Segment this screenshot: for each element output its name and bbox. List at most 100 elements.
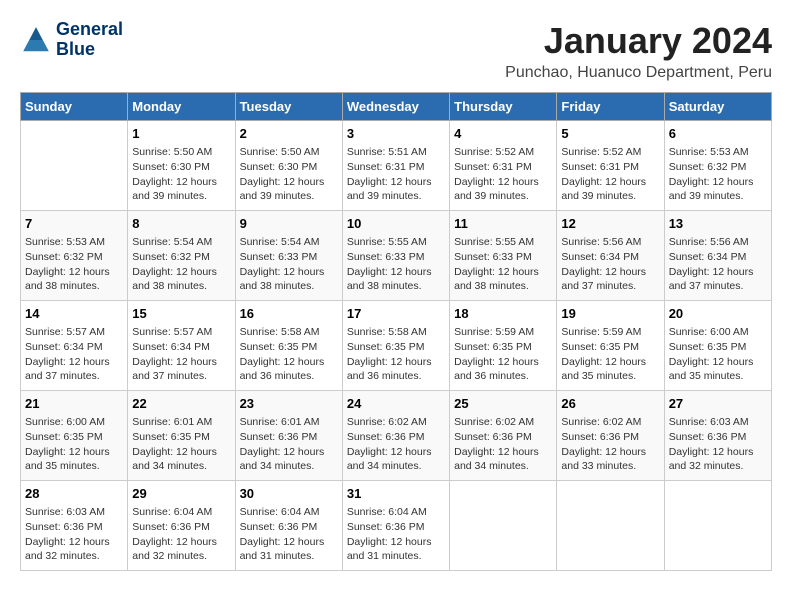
day-number: 20: [669, 305, 767, 323]
day-number: 22: [132, 395, 230, 413]
calendar-body: 1 Sunrise: 5:50 AM Sunset: 6:30 PM Daylig…: [21, 121, 772, 571]
day-info: Sunrise: 6:03 AM Sunset: 6:36 PM Dayligh…: [669, 415, 767, 474]
day-number: 31: [347, 485, 445, 503]
day-info: Sunrise: 5:58 AM Sunset: 6:35 PM Dayligh…: [240, 325, 338, 384]
calendar-cell: 13Sunrise: 5:56 AM Sunset: 6:34 PM Dayli…: [664, 211, 771, 301]
calendar-week-2: 7 Sunrise: 5:53 AM Sunset: 6:32 PM Daylig…: [21, 211, 772, 301]
calendar-cell: [21, 121, 128, 211]
calendar-week-5: 28Sunrise: 6:03 AM Sunset: 6:36 PM Dayli…: [21, 481, 772, 571]
day-number: 2: [240, 125, 338, 143]
day-number: 10: [347, 215, 445, 233]
day-info: Sunrise: 6:00 AM Sunset: 6:35 PM Dayligh…: [669, 325, 767, 384]
calendar-cell: 19 Sunrise: 5:59 AM Sunset: 6:35 PM Dayli…: [557, 301, 664, 391]
day-info: Sunrise: 5:57 AM Sunset: 6:34 PM Dayligh…: [132, 325, 230, 384]
calendar-cell: 29Sunrise: 6:04 AM Sunset: 6:36 PM Dayli…: [128, 481, 235, 571]
day-number: 30: [240, 485, 338, 503]
calendar-cell: 26 Sunrise: 6:02 AM Sunset: 6:36 PM Dayli…: [557, 391, 664, 481]
calendar-cell: 16 Sunrise: 5:58 AM Sunset: 6:35 PM Dayli…: [235, 301, 342, 391]
calendar-cell: 20 Sunrise: 6:00 AM Sunset: 6:35 PM Dayli…: [664, 301, 771, 391]
day-info: Sunrise: 5:53 AM Sunset: 6:32 PM Dayligh…: [669, 145, 767, 204]
calendar-cell: 15 Sunrise: 5:57 AM Sunset: 6:34 PM Dayli…: [128, 301, 235, 391]
day-info: Sunrise: 5:51 AM Sunset: 6:31 PM Dayligh…: [347, 145, 445, 204]
day-number: 23: [240, 395, 338, 413]
day-info: Sunrise: 5:52 AM Sunset: 6:31 PM Dayligh…: [561, 145, 659, 204]
day-number: 18: [454, 305, 552, 323]
calendar-cell: [664, 481, 771, 571]
calendar-cell: 25 Sunrise: 6:02 AM Sunset: 6:36 PM Dayli…: [450, 391, 557, 481]
calendar-cell: 3 Sunrise: 5:51 AM Sunset: 6:31 PM Daylig…: [342, 121, 449, 211]
day-info: Sunrise: 5:50 AM Sunset: 6:30 PM Dayligh…: [240, 145, 338, 204]
weekday-monday: Monday: [128, 93, 235, 121]
day-info: Sunrise: 5:54 AM Sunset: 6:32 PM Dayligh…: [132, 235, 230, 294]
day-info: Sunrise: 6:01 AM Sunset: 6:35 PM Dayligh…: [132, 415, 230, 474]
calendar-cell: 18 Sunrise: 5:59 AM Sunset: 6:35 PM Dayli…: [450, 301, 557, 391]
day-info: Sunrise: 5:53 AM Sunset: 6:32 PM Dayligh…: [25, 235, 123, 294]
calendar-cell: 31 Sunrise: 6:04 AM Sunset: 6:36 PM Dayli…: [342, 481, 449, 571]
calendar-cell: 17 Sunrise: 5:58 AM Sunset: 6:35 PM Dayli…: [342, 301, 449, 391]
day-info: Sunrise: 6:04 AM Sunset: 6:36 PM Dayligh…: [240, 505, 338, 564]
calendar-cell: [557, 481, 664, 571]
calendar-cell: 30 Sunrise: 6:04 AM Sunset: 6:36 PM Dayli…: [235, 481, 342, 571]
day-info: Sunrise: 6:04 AM Sunset: 6:36 PM Dayligh…: [347, 505, 445, 564]
day-number: 4: [454, 125, 552, 143]
weekday-friday: Friday: [557, 93, 664, 121]
day-number: 21: [25, 395, 123, 413]
day-info: Sunrise: 6:02 AM Sunset: 6:36 PM Dayligh…: [454, 415, 552, 474]
day-number: 25: [454, 395, 552, 413]
calendar-cell: 22 Sunrise: 6:01 AM Sunset: 6:35 PM Dayli…: [128, 391, 235, 481]
calendar-cell: 8 Sunrise: 5:54 AM Sunset: 6:32 PM Daylig…: [128, 211, 235, 301]
calendar-cell: 24 Sunrise: 6:02 AM Sunset: 6:36 PM Dayli…: [342, 391, 449, 481]
day-info: Sunrise: 5:50 AM Sunset: 6:30 PM Dayligh…: [132, 145, 230, 204]
day-info: Sunrise: 6:02 AM Sunset: 6:36 PM Dayligh…: [561, 415, 659, 474]
day-info: Sunrise: 5:55 AM Sunset: 6:33 PM Dayligh…: [454, 235, 552, 294]
day-number: 13: [669, 215, 767, 233]
calendar-cell: 7 Sunrise: 5:53 AM Sunset: 6:32 PM Daylig…: [21, 211, 128, 301]
day-number: 6: [669, 125, 767, 143]
day-number: 19: [561, 305, 659, 323]
calendar-cell: 28Sunrise: 6:03 AM Sunset: 6:36 PM Dayli…: [21, 481, 128, 571]
day-info: Sunrise: 6:02 AM Sunset: 6:36 PM Dayligh…: [347, 415, 445, 474]
day-info: Sunrise: 5:59 AM Sunset: 6:35 PM Dayligh…: [454, 325, 552, 384]
day-number: 3: [347, 125, 445, 143]
weekday-wednesday: Wednesday: [342, 93, 449, 121]
calendar-cell: 27 Sunrise: 6:03 AM Sunset: 6:36 PM Dayli…: [664, 391, 771, 481]
weekday-sunday: Sunday: [21, 93, 128, 121]
page-header: General Blue January 2024 Punchao, Huanu…: [20, 20, 772, 82]
calendar-cell: 14Sunrise: 5:57 AM Sunset: 6:34 PM Dayli…: [21, 301, 128, 391]
logo-text: General Blue: [56, 20, 123, 60]
day-number: 14: [25, 305, 123, 323]
day-info: Sunrise: 5:52 AM Sunset: 6:31 PM Dayligh…: [454, 145, 552, 204]
calendar-week-4: 21 Sunrise: 6:00 AM Sunset: 6:35 PM Dayli…: [21, 391, 772, 481]
calendar-cell: 11 Sunrise: 5:55 AM Sunset: 6:33 PM Dayli…: [450, 211, 557, 301]
day-number: 26: [561, 395, 659, 413]
day-number: 8: [132, 215, 230, 233]
calendar-cell: [450, 481, 557, 571]
day-number: 24: [347, 395, 445, 413]
day-number: 15: [132, 305, 230, 323]
day-number: 17: [347, 305, 445, 323]
day-number: 11: [454, 215, 552, 233]
day-info: Sunrise: 6:04 AM Sunset: 6:36 PM Dayligh…: [132, 505, 230, 564]
calendar-week-1: 1 Sunrise: 5:50 AM Sunset: 6:30 PM Daylig…: [21, 121, 772, 211]
weekday-header-row: SundayMondayTuesdayWednesdayThursdayFrid…: [21, 93, 772, 121]
day-number: 7: [25, 215, 123, 233]
day-number: 28: [25, 485, 123, 503]
day-number: 5: [561, 125, 659, 143]
calendar-cell: 4 Sunrise: 5:52 AM Sunset: 6:31 PM Daylig…: [450, 121, 557, 211]
weekday-saturday: Saturday: [664, 93, 771, 121]
day-number: 27: [669, 395, 767, 413]
day-number: 1: [132, 125, 230, 143]
calendar-cell: 5 Sunrise: 5:52 AM Sunset: 6:31 PM Daylig…: [557, 121, 664, 211]
calendar-subtitle: Punchao, Huanuco Department, Peru: [505, 64, 772, 82]
calendar-title: January 2024: [505, 20, 772, 62]
day-info: Sunrise: 5:54 AM Sunset: 6:33 PM Dayligh…: [240, 235, 338, 294]
day-info: Sunrise: 5:58 AM Sunset: 6:35 PM Dayligh…: [347, 325, 445, 384]
calendar-cell: 2 Sunrise: 5:50 AM Sunset: 6:30 PM Daylig…: [235, 121, 342, 211]
calendar-cell: 9Sunrise: 5:54 AM Sunset: 6:33 PM Daylig…: [235, 211, 342, 301]
day-number: 16: [240, 305, 338, 323]
calendar-week-3: 14 Sunrise: 5:57 AM Sunset: 6:34 PM Dayli…: [21, 301, 772, 391]
weekday-thursday: Thursday: [450, 93, 557, 121]
day-info: Sunrise: 6:00 AM Sunset: 6:35 PM Dayligh…: [25, 415, 123, 474]
calendar-header: SundayMondayTuesdayWednesdayThursdayFrid…: [21, 93, 772, 121]
day-info: Sunrise: 5:59 AM Sunset: 6:35 PM Dayligh…: [561, 325, 659, 384]
